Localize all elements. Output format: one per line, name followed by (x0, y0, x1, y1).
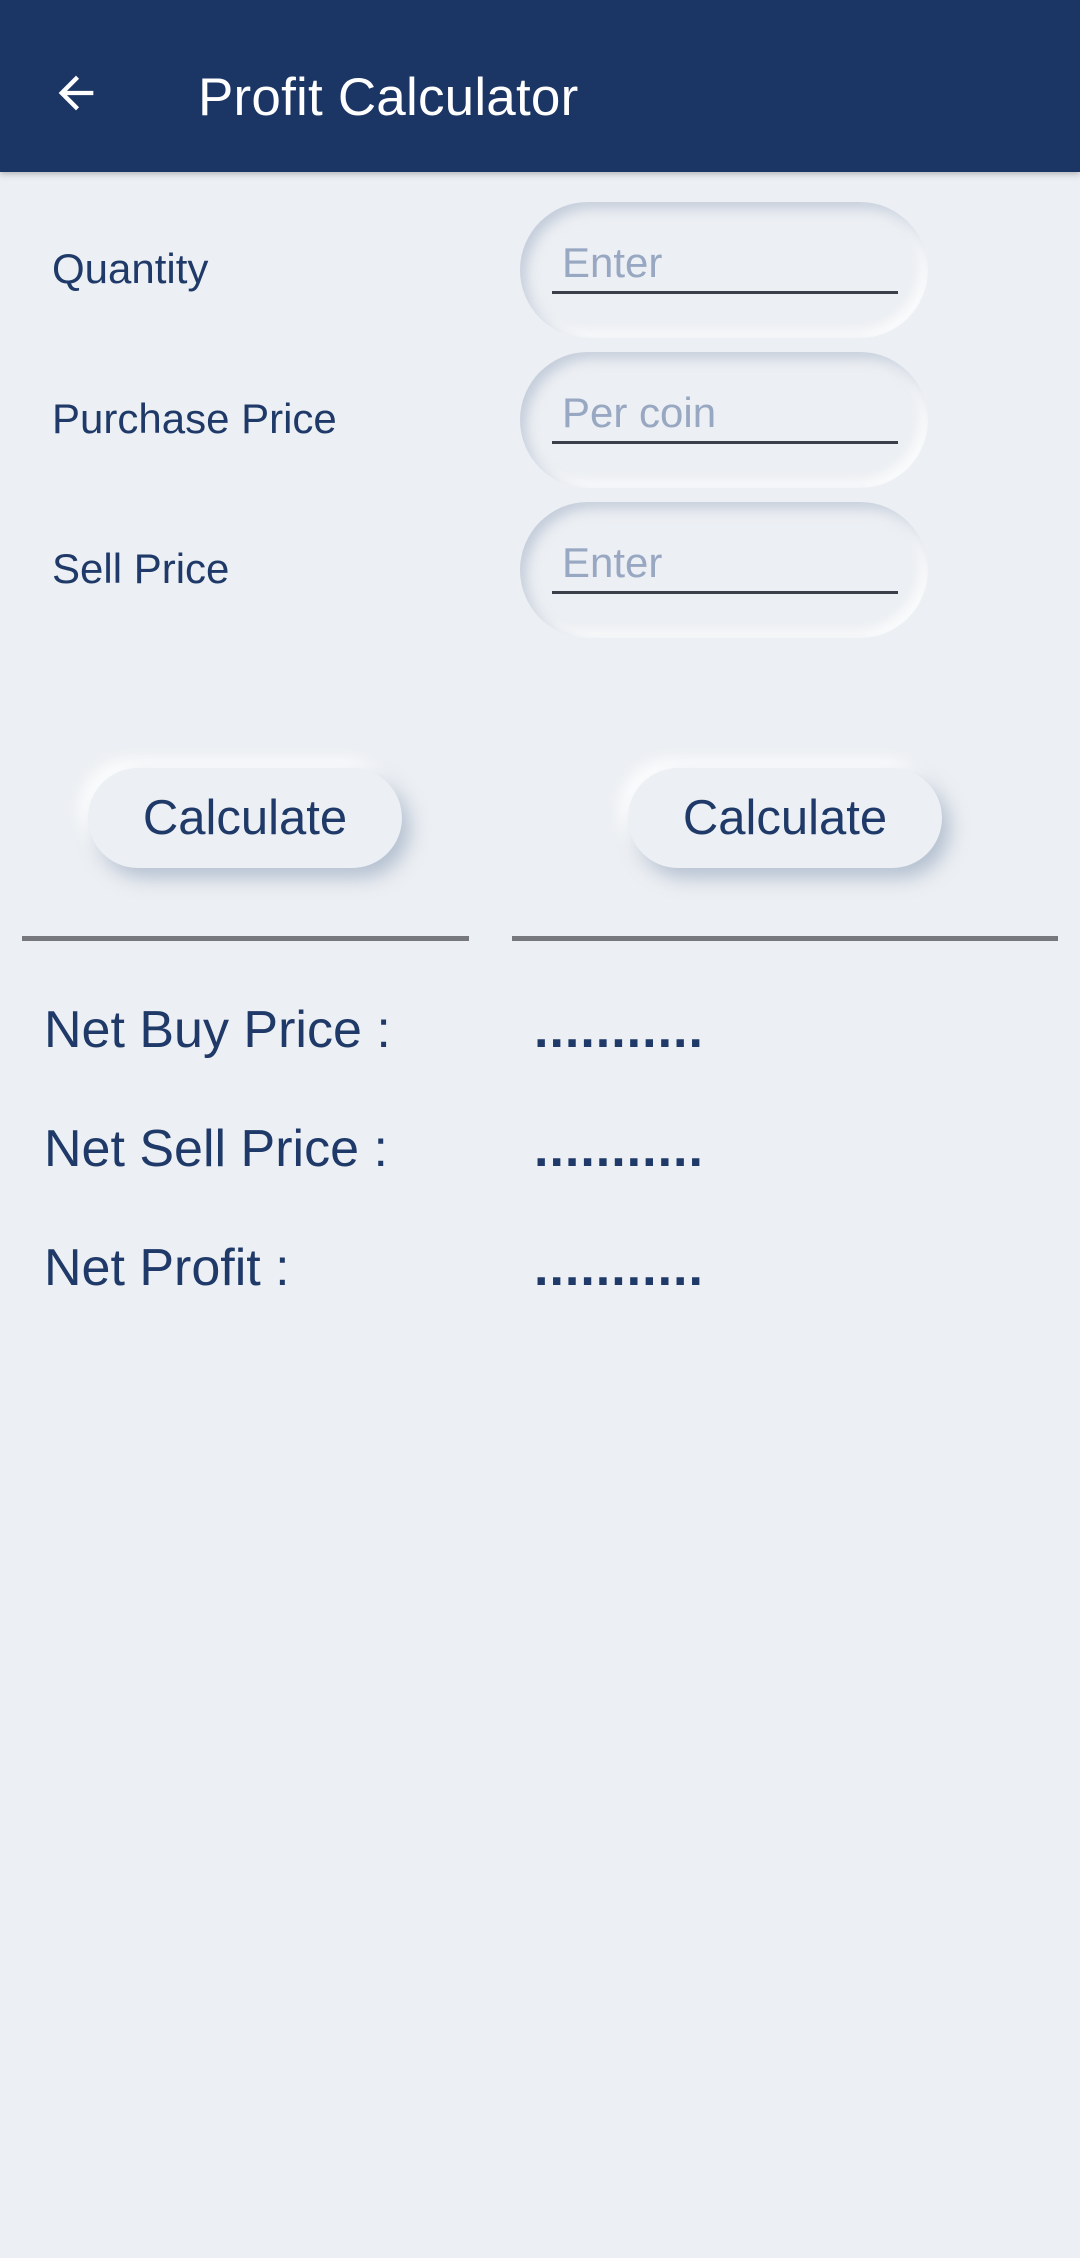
divider-right (512, 936, 1058, 941)
sell-price-field-container (520, 502, 928, 638)
app-bar: Profit Calculator (0, 0, 1080, 172)
net-sell-price-value: ........... (534, 1120, 704, 1178)
purchase-price-label: Purchase Price (52, 395, 337, 442)
calculate-button-left[interactable]: Calculate (88, 768, 402, 868)
net-profit-value: ........... (534, 1239, 704, 1297)
divider-left (22, 936, 469, 941)
back-button[interactable] (40, 57, 112, 129)
net-sell-price-label: Net Sell Price : (44, 1120, 388, 1178)
arrow-left-icon (58, 75, 94, 111)
quantity-label: Quantity (52, 245, 209, 292)
quantity-input[interactable] (552, 234, 898, 294)
calculate-button-right[interactable]: Calculate (628, 768, 942, 868)
quantity-field-container (520, 202, 928, 338)
net-profit-label: Net Profit : (44, 1239, 290, 1297)
page-title: Profit Calculator (198, 68, 579, 127)
sell-price-label: Sell Price (52, 545, 230, 592)
purchase-price-field-container (520, 352, 928, 488)
net-buy-price-label: Net Buy Price : (44, 1001, 391, 1059)
purchase-price-input[interactable] (552, 384, 898, 444)
net-buy-price-value: ........... (534, 1001, 704, 1059)
sell-price-input[interactable] (552, 534, 898, 594)
